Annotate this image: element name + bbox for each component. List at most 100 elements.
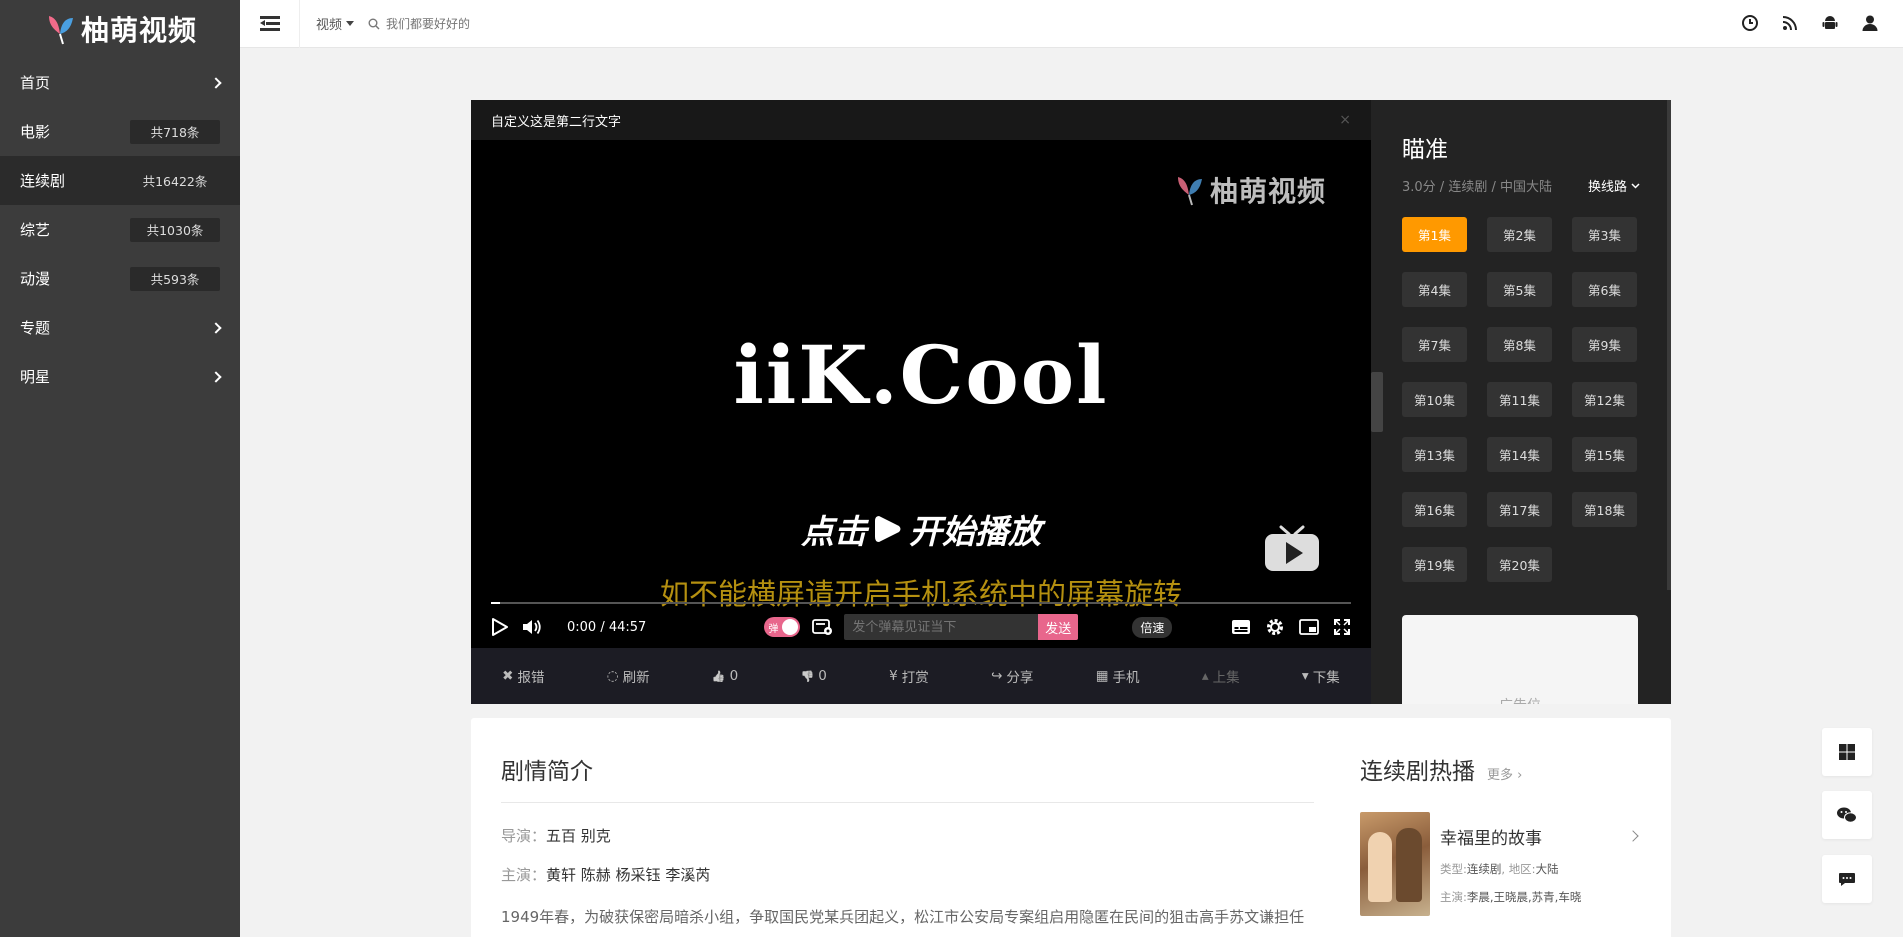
show-meta-text: 3.0分 / 连续剧 / 中国大陆 xyxy=(1402,180,1552,195)
count-badge: 共718条 xyxy=(130,119,220,144)
episode-button[interactable]: 第3集 xyxy=(1572,217,1637,252)
sidebar-item-stars[interactable]: 明星 xyxy=(0,352,240,401)
share-button[interactable]: ↪ 分享 xyxy=(991,666,1033,686)
sidebar-item-label: 综艺 xyxy=(20,221,51,239)
sidebar-item-label: 电影 xyxy=(20,123,51,141)
danmaku-toggle[interactable]: 弹 xyxy=(764,617,801,637)
next-episode-button[interactable]: ▾ 下集 xyxy=(1302,666,1340,686)
play-button-icon[interactable] xyxy=(491,617,509,637)
episode-button[interactable]: 第8集 xyxy=(1487,327,1552,362)
chevron-right-icon xyxy=(1627,830,1639,842)
close-icon: ✖ xyxy=(502,668,514,684)
director-row: 导演：五百 别克 xyxy=(501,825,1344,846)
mobile-qr-button[interactable]: ▦ 手机 xyxy=(1096,666,1140,686)
hot-series-item[interactable]: 幸福里的故事 类型:连续剧, 地区:大陆 主演:李晨,王晓晨,苏青,车晓 xyxy=(1360,812,1671,916)
hot-item-title[interactable]: 幸福里的故事 xyxy=(1440,824,1581,849)
windows-app-button[interactable] xyxy=(1822,728,1872,776)
episode-button[interactable]: 第17集 xyxy=(1487,492,1552,527)
video-area[interactable]: 柚萌视频 iiK.Cool 点击 开始播放 如不能横屏请开启手机系统中的屏幕旋转… xyxy=(471,140,1371,648)
splash-play-cta[interactable]: 点击 开始播放 xyxy=(471,505,1371,553)
danmaku-send-button[interactable]: 发送 xyxy=(1038,614,1079,640)
report-button[interactable]: ✖ 报错 xyxy=(502,666,544,686)
dislike-button[interactable]: 👎 0 xyxy=(801,668,827,684)
more-link[interactable]: 更多 › xyxy=(1487,764,1522,783)
episode-button[interactable]: 第15集 xyxy=(1572,437,1637,472)
search-icon[interactable] xyxy=(368,18,380,30)
sidebar-item-series[interactable]: 连续剧 共16422条 xyxy=(0,156,240,205)
tv-icon[interactable] xyxy=(1263,525,1321,573)
sidebar: 柚萌视频 首页 电影 共718条 连续剧 共16422条 综艺 共1030条 动… xyxy=(0,0,240,937)
panel-collapse-handle[interactable] xyxy=(1371,372,1383,432)
player-top-text: 自定义这是第二行文字 xyxy=(491,114,622,130)
history-clock-icon[interactable] xyxy=(1739,12,1761,34)
count-badge: 共16422条 xyxy=(142,174,208,189)
sidebar-item-variety[interactable]: 综艺 共1030条 xyxy=(0,205,240,254)
refresh-button[interactable]: ◌ 刷新 xyxy=(607,666,650,686)
episode-button[interactable]: 第16集 xyxy=(1402,492,1467,527)
episode-button[interactable]: 第1集 xyxy=(1402,217,1467,252)
watermark-text: 柚萌视频 xyxy=(1209,175,1326,208)
chat-feedback-button[interactable] xyxy=(1822,855,1872,903)
episode-button[interactable]: 第7集 xyxy=(1402,327,1467,362)
director-value[interactable]: 五百 别克 xyxy=(546,827,611,845)
tip-button[interactable]: ¥ 打赏 xyxy=(889,666,929,686)
danmaku-settings-icon[interactable] xyxy=(812,618,834,636)
caret-down-icon xyxy=(346,21,355,26)
count-badge: 共593条 xyxy=(130,266,220,291)
menu-toggle-button[interactable] xyxy=(240,0,300,48)
episode-button[interactable]: 第4集 xyxy=(1402,272,1467,307)
episode-button[interactable]: 第13集 xyxy=(1402,437,1467,472)
search-category-dropdown[interactable]: 视频 xyxy=(316,14,355,33)
episode-button[interactable]: 第12集 xyxy=(1572,382,1637,417)
sidebar-item-label: 首页 xyxy=(20,74,51,92)
volume-icon[interactable] xyxy=(521,617,543,637)
cast-value[interactable]: 黄轩 陈赫 杨采钰 李溪芮 xyxy=(546,866,710,884)
logo[interactable]: 柚萌视频 xyxy=(0,0,240,58)
progress-bar[interactable] xyxy=(491,602,1351,604)
ad-slot[interactable]: 广告位 xyxy=(1402,615,1638,704)
sidebar-item-anime[interactable]: 动漫 共593条 xyxy=(0,254,240,303)
episode-button[interactable]: 第2集 xyxy=(1487,217,1552,252)
search-category-label: 视频 xyxy=(316,18,343,33)
fullscreen-icon[interactable] xyxy=(1333,618,1351,636)
user-icon[interactable] xyxy=(1859,12,1881,34)
wechat-button[interactable] xyxy=(1822,791,1872,839)
switch-line-dropdown[interactable]: 换线路 xyxy=(1588,176,1640,195)
episode-button[interactable]: 第10集 xyxy=(1402,382,1467,417)
episode-button[interactable]: 第11集 xyxy=(1487,382,1552,417)
episode-button[interactable]: 第18集 xyxy=(1572,492,1637,527)
prev-episode-button[interactable]: ▴ 上集 xyxy=(1202,666,1240,686)
picture-in-picture-icon[interactable] xyxy=(1299,619,1319,635)
panel-scrollbar[interactable] xyxy=(1667,100,1671,590)
episode-panel: 瞄准 3.0分 / 连续剧 / 中国大陆 换线路 第1集 第2集 第3集 第4集 第5集… xyxy=(1371,100,1671,704)
rss-icon[interactable] xyxy=(1779,12,1801,34)
episode-button[interactable]: 第14集 xyxy=(1487,437,1552,472)
splash-cta-right: 开始播放 xyxy=(909,512,1041,551)
sidebar-item-home[interactable]: 首页 xyxy=(0,58,240,107)
sidebar-item-topics[interactable]: 专题 xyxy=(0,303,240,352)
like-button[interactable]: 👍 0 xyxy=(712,668,738,684)
search-input[interactable] xyxy=(386,16,687,31)
hot-item-cast: 主演:李晨,王晓晨,苏青,车晓 xyxy=(1440,890,1582,904)
poster-image[interactable] xyxy=(1360,812,1430,916)
sidebar-item-movies[interactable]: 电影 共718条 xyxy=(0,107,240,156)
share-icon: ↪ xyxy=(991,668,1003,684)
android-icon[interactable] xyxy=(1819,12,1841,34)
close-icon[interactable]: × xyxy=(1339,112,1351,128)
episode-grid: 第1集 第2集 第3集 第4集 第5集 第6集 第7集 第8集 第9集 第10集 第11集 第12集第… xyxy=(1402,217,1671,582)
butterfly-logo-icon xyxy=(48,16,73,45)
player-topbar: 自定义这是第二行文字 × xyxy=(471,100,1371,140)
episode-button[interactable]: 第20集 xyxy=(1487,547,1552,582)
episode-button[interactable]: 第5集 xyxy=(1487,272,1552,307)
speed-button[interactable]: 倍速 xyxy=(1132,616,1173,638)
episode-button[interactable]: 第19集 xyxy=(1402,547,1467,582)
search-box xyxy=(368,16,687,31)
danmaku-input[interactable] xyxy=(844,619,1039,635)
episode-button[interactable]: 第9集 xyxy=(1572,327,1637,362)
settings-gear-icon[interactable] xyxy=(1265,617,1285,637)
episode-button[interactable]: 第6集 xyxy=(1572,272,1637,307)
synopsis-heading: 剧情简介 xyxy=(501,759,593,785)
play-icon xyxy=(875,516,901,542)
subtitles-icon[interactable] xyxy=(1231,619,1251,635)
chevron-right-icon xyxy=(210,76,222,89)
